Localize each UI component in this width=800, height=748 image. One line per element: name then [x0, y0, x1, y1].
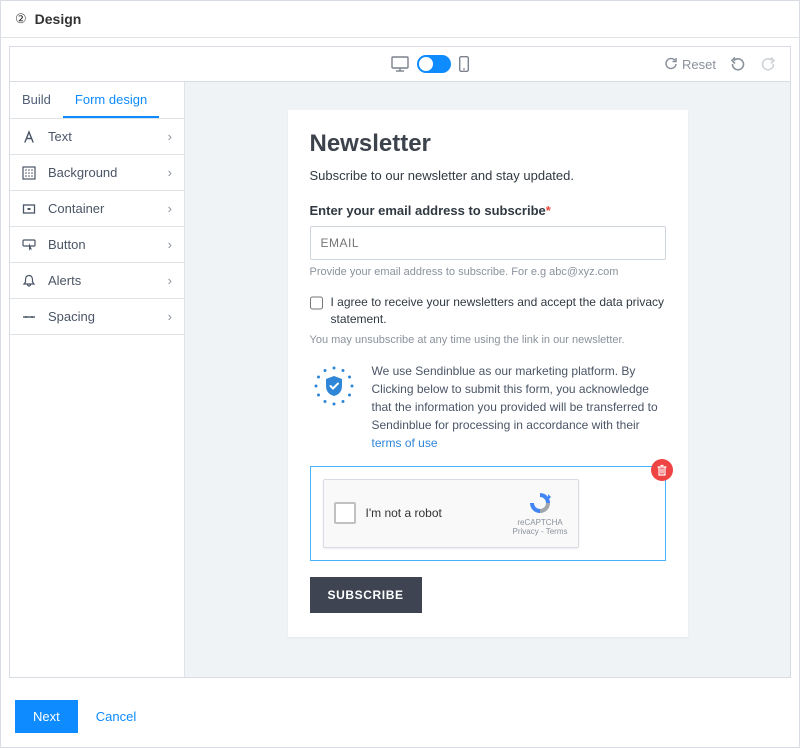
section-title: Design [35, 11, 82, 27]
tab-form-design[interactable]: Form design [63, 82, 159, 118]
shield-badge-icon [310, 362, 358, 410]
toolbar: Reset [9, 46, 791, 81]
sidebar-item-label: Alerts [48, 273, 168, 288]
email-label: Enter your email address to subscribe* [310, 203, 666, 218]
subscribe-button[interactable]: SUBSCRIBE [310, 577, 422, 613]
recaptcha-label: I'm not a robot [366, 506, 513, 520]
text-icon [22, 130, 42, 144]
bell-icon [22, 274, 42, 288]
container-icon [22, 202, 42, 216]
sidebar-item-label: Container [48, 201, 168, 216]
device-toggle[interactable] [417, 55, 451, 73]
email-hint: Provide your email address to subscribe.… [310, 266, 666, 278]
mobile-icon[interactable] [459, 56, 469, 72]
chevron-right-icon: › [168, 201, 172, 216]
chevron-right-icon: › [168, 273, 172, 288]
terms-link[interactable]: terms of use [372, 436, 438, 450]
recaptcha-widget[interactable]: I'm not a robot reCAPTCHA Privacy - Term… [323, 479, 579, 548]
form-card[interactable]: Newsletter Subscribe to our newsletter a… [288, 110, 688, 637]
email-field[interactable] [310, 226, 666, 260]
step-indicator: ② [15, 11, 27, 27]
redo-icon[interactable] [760, 56, 776, 72]
sidebar-item-spacing[interactable]: Spacing › [10, 299, 184, 335]
tab-build[interactable]: Build [10, 82, 63, 118]
reset-icon [664, 57, 678, 71]
required-mark: * [546, 203, 551, 218]
sidebar-item-label: Spacing [48, 309, 168, 324]
device-switcher [121, 55, 469, 73]
chevron-right-icon: › [168, 165, 172, 180]
recaptcha-checkbox[interactable] [334, 502, 356, 524]
recaptcha-logo-icon [527, 490, 553, 516]
undo-icon[interactable] [730, 56, 746, 72]
gdpr-info: We use Sendinblue as our marketing platf… [310, 362, 666, 452]
consent-text: I agree to receive your newsletters and … [331, 294, 666, 328]
form-title: Newsletter [310, 130, 666, 158]
consent-checkbox[interactable] [310, 296, 323, 310]
chevron-right-icon: › [168, 129, 172, 144]
tabs: Build Form design [10, 82, 184, 119]
sidebar-item-text[interactable]: Text › [10, 119, 184, 155]
cancel-button[interactable]: Cancel [96, 709, 136, 724]
sidebar-item-label: Text [48, 129, 168, 144]
recaptcha-brand: reCAPTCHA Privacy - Terms [513, 490, 568, 537]
desktop-icon[interactable] [391, 56, 409, 72]
chevron-right-icon: › [168, 237, 172, 252]
delete-element-button[interactable] [651, 459, 673, 481]
form-subtitle: Subscribe to our newsletter and stay upd… [310, 168, 666, 183]
button-icon [22, 238, 42, 252]
background-icon [22, 166, 42, 180]
section-header: ② Design [1, 1, 799, 38]
chevron-right-icon: › [168, 309, 172, 324]
gdpr-text: We use Sendinblue as our marketing platf… [372, 362, 666, 452]
unsubscribe-hint: You may unsubscribe at any time using th… [310, 334, 666, 346]
sidebar-item-container[interactable]: Container › [10, 191, 184, 227]
reset-label: Reset [682, 57, 716, 72]
form-canvas: Newsletter Subscribe to our newsletter a… [185, 82, 790, 677]
sidebar: Build Form design Text › [10, 82, 185, 677]
spacing-icon [22, 310, 42, 324]
sidebar-item-label: Background [48, 165, 168, 180]
sidebar-item-background[interactable]: Background › [10, 155, 184, 191]
captcha-block-selected[interactable]: I'm not a robot reCAPTCHA Privacy - Term… [310, 466, 666, 561]
reset-button[interactable]: Reset [664, 57, 716, 72]
next-button[interactable]: Next [15, 700, 78, 733]
sidebar-item-label: Button [48, 237, 168, 252]
sidebar-item-alerts[interactable]: Alerts › [10, 263, 184, 299]
sidebar-item-button[interactable]: Button › [10, 227, 184, 263]
footer: Next Cancel [1, 686, 799, 747]
